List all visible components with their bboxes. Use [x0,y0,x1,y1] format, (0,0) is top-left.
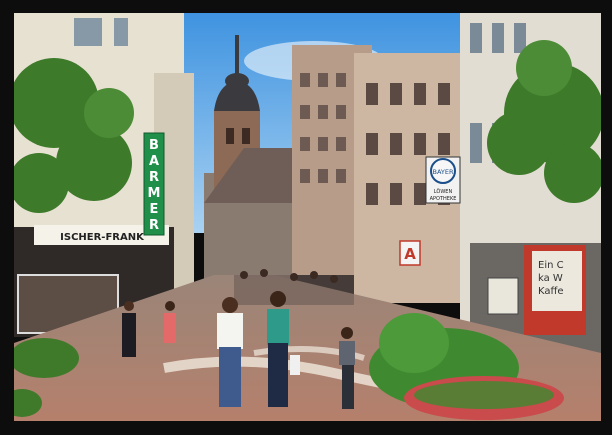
barmer-sign-text: BARMER [148,138,161,233]
poster-line1: Ein C [538,260,564,271]
barmer-letters: BARMER [148,138,161,233]
shop-left-sign-text: ISCHER-FRANK [60,232,145,243]
pharmacy-a-letter: A [404,245,416,263]
poster-line3: Kaffe [538,286,564,297]
apotheke-line1: LÖWEN [434,188,453,195]
bayer-sign: BAYER LÖWEN APOTHEKE [425,156,461,204]
poster-line2: ka W [538,273,563,284]
apotheke-line2: APOTHEKE [430,196,457,202]
person-white-shirt [217,297,243,407]
woman-pink [164,301,176,343]
street-scene-photo: BAYER LÖWEN APOTHEKE A Ein C ka W Kaffe [14,13,601,421]
info-board [487,277,519,315]
bayer-logo-text: BAYER [433,168,454,176]
postcard-frame: BAYER LÖWEN APOTHEKE A Ein C ka W Kaffe [0,0,612,435]
pharmacy-sign: A [399,240,421,266]
